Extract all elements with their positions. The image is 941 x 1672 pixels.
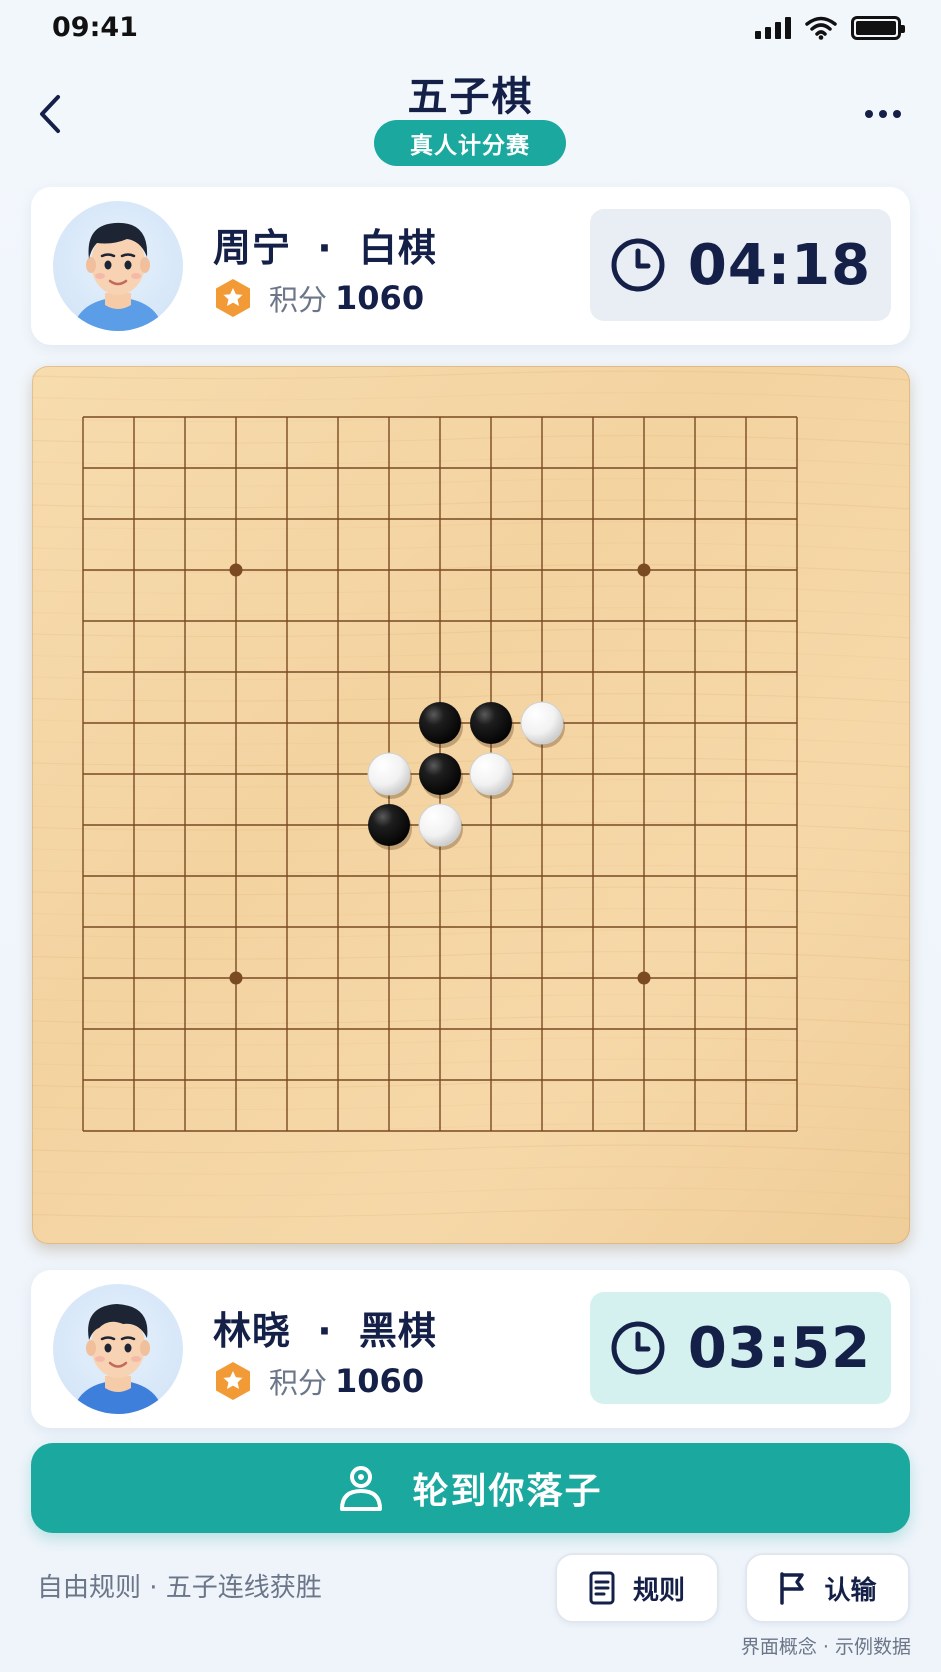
name-separator: · [317,1309,333,1353]
player-name-line: 林晓 · 黑棋 [213,1300,437,1355]
board-grid[interactable] [32,366,910,1244]
battery-icon [851,16,905,40]
clock-icon [611,1321,665,1375]
opponent-avatar [53,201,183,331]
status-time: 09:41 [52,12,138,43]
black-stone [419,702,461,744]
gomoku-board[interactable] [32,366,910,1244]
score-label: 积分 [269,1366,328,1400]
star-point [637,971,651,985]
header: 五子棋 真人计分赛 [0,56,941,176]
star-hex-icon [216,1362,250,1400]
player-timer-value: 03:52 [687,1315,872,1381]
star-point [229,563,243,577]
player-timer: 03:52 [590,1292,891,1404]
opponent-name: 周宁 [213,226,292,270]
player-score-row: 积分 1060 [213,1360,424,1402]
opponent-timer-value: 04:18 [687,232,872,298]
rules-description: 自由规则 · 五子连线获胜 [37,1573,322,1603]
player-card: 林晓 · 黑棋 积分 1060 03:52 [31,1270,910,1428]
star-hex-icon [216,279,250,317]
signal-icon [755,17,791,39]
player-stone-color: 黑棋 [358,1309,437,1353]
page-title: 五子棋 [407,74,534,120]
status-icons [755,16,905,40]
resign-button[interactable]: 认输 [745,1553,910,1623]
wifi-icon [805,16,837,40]
opponent-timer: 04:18 [590,209,891,321]
rules-button[interactable]: 规则 [555,1553,719,1623]
user-icon [340,1466,383,1511]
footnote: 界面概念 · 示例数据 [740,1636,911,1658]
star-point [229,971,243,985]
white-stone [469,752,513,796]
turn-label: 轮到你落子 [412,1471,603,1512]
score-label: 积分 [269,283,328,317]
opponent-card: 周宁 · 白棋 积分 1060 04:18 [31,187,910,345]
white-stone [520,701,564,745]
more-dots-icon [865,110,873,118]
opponent-stone-color: 白棋 [358,226,437,270]
your-turn-button[interactable]: 轮到你落子 [31,1443,910,1533]
black-stone [368,804,410,846]
resign-button-label: 认输 [824,1575,877,1606]
black-stone [470,702,512,744]
name-separator: · [317,226,333,270]
more-button[interactable] [853,96,913,132]
document-icon [589,1571,615,1605]
opponent-score: 1060 [335,279,425,317]
star-point [637,563,651,577]
white-stone [367,752,411,796]
player-name: 林晓 [213,1309,292,1353]
match-type-badge: 真人计分赛 [374,120,566,166]
player-score: 1060 [335,1362,425,1400]
black-stone [419,753,461,795]
opponent-score-row: 积分 1060 [213,277,424,319]
opponent-name-line: 周宁 · 白棋 [213,217,437,272]
white-stone [418,803,462,847]
clock-icon [611,238,665,292]
player-avatar [53,1284,183,1414]
flag-icon [780,1572,805,1605]
status-bar: 09:41 [0,0,941,56]
rules-button-label: 规则 [632,1575,685,1606]
